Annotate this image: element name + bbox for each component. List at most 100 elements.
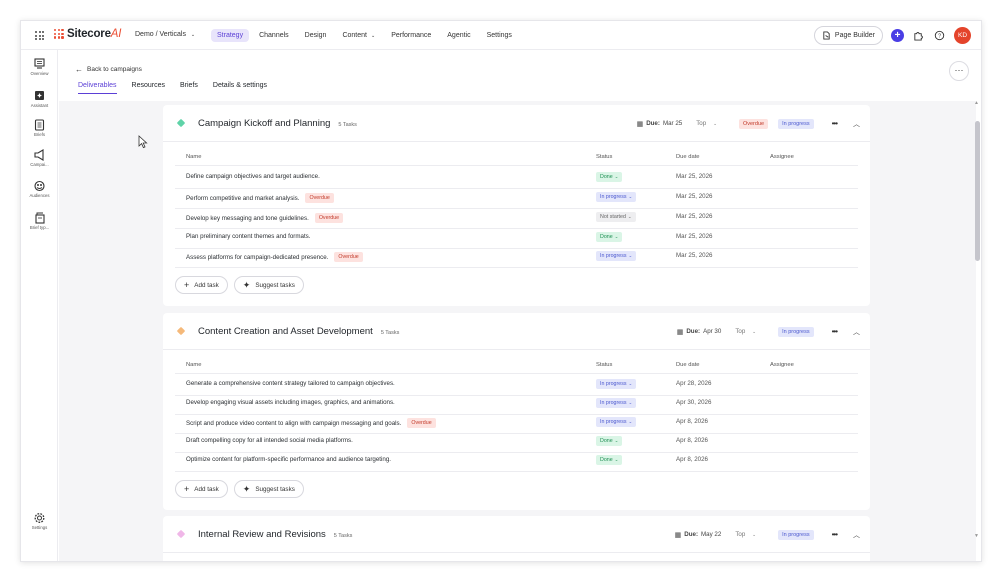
nav-channels[interactable]: Channels	[253, 29, 295, 42]
task-name-text: Assess platforms for campaign-dedicated …	[186, 253, 329, 261]
back-to-campaigns-link[interactable]: ← Back to campaigns	[75, 65, 142, 74]
status-badge: Not started ⌄	[596, 212, 636, 222]
chevron-up-icon[interactable]: ︿	[853, 327, 860, 337]
table-row[interactable]: Develop engaging visual assets including…	[175, 395, 858, 415]
status-badge[interactable]: In progress	[778, 118, 814, 129]
task-name: Define campaign objectives and target au…	[186, 173, 320, 180]
page-more-options-button[interactable]: ···	[949, 61, 969, 81]
task-name-text: Develop engaging visual assets including…	[186, 399, 395, 406]
due-date[interactable]: ▦ Due: Apr 30	[677, 328, 722, 336]
priority-select[interactable]: Top ⌄	[696, 120, 717, 127]
task-status[interactable]: Not started ⌄	[596, 212, 636, 222]
task-status[interactable]: In progress ⌄	[596, 251, 637, 261]
help-icon[interactable]: ?	[933, 29, 946, 42]
rail-label-brief-types: Brief typ...	[29, 225, 50, 230]
status-text: Done	[600, 457, 613, 463]
status-badge: Done ⌄	[596, 455, 623, 465]
scroll-down-arrow-icon[interactable]: ▼	[974, 533, 979, 539]
sitecore-logo[interactable]: SitecoreAI	[54, 28, 121, 40]
user-avatar[interactable]: KD	[954, 27, 971, 44]
page-builder-button[interactable]: Page Builder	[813, 26, 883, 45]
due-label: Due:	[686, 328, 701, 335]
app-switcher-icon[interactable]	[35, 31, 44, 40]
task-name-text: Perform competitive and market analysis.	[186, 194, 300, 202]
table-row[interactable]: Script and produce video content to alig…	[175, 414, 858, 434]
task-status[interactable]: Done ⌄	[596, 232, 623, 242]
chevron-down-icon: ⌄	[614, 457, 619, 462]
add-task-button[interactable]: + Add task	[175, 276, 228, 294]
card-header[interactable]: Campaign Kickoff and Planning 5 Tasks ▦ Du…	[163, 105, 870, 142]
tab-details-settings[interactable]: Details & settings	[213, 82, 267, 94]
nav-agentic[interactable]: Agentic	[441, 29, 476, 42]
card-more-icon[interactable]: •••	[832, 327, 838, 336]
calendar-icon: ▦	[676, 328, 684, 336]
task-status[interactable]: Done ⌄	[596, 455, 623, 465]
site-selector-label: Demo / Verticals	[135, 31, 186, 38]
task-status[interactable]: In progress ⌄	[596, 379, 637, 389]
tab-briefs[interactable]: Briefs	[180, 82, 198, 94]
task-name-text: Script and produce video content to alig…	[186, 419, 402, 427]
plus-icon: +	[184, 484, 190, 494]
priority-select[interactable]: Top ⌄	[735, 328, 756, 335]
chevron-down-icon: ⌄	[614, 174, 619, 179]
tab-deliverables[interactable]: Deliverables	[78, 82, 117, 94]
card-more-icon[interactable]: •••	[832, 119, 838, 128]
due-date[interactable]: ▦ Due: Mar 25	[637, 120, 683, 128]
status-badge[interactable]: In progress	[778, 529, 814, 540]
suggest-tasks-button[interactable]: ✦ Suggest tasks	[233, 276, 304, 294]
chevron-down-icon: ⌄	[628, 381, 633, 386]
status-badge: Done ⌄	[596, 172, 623, 182]
tab-resources[interactable]: Resources	[132, 82, 165, 94]
table-row[interactable]: Optimize content for platform-specific p…	[175, 452, 858, 472]
table-row[interactable]: Assess platforms for campaign-dedicated …	[175, 248, 858, 268]
priority-select[interactable]: Top ⌄	[735, 531, 756, 538]
nav-settings[interactable]: Settings	[481, 29, 518, 42]
card-header[interactable]: Internal Review and Revisions 5 Tasks ▦ Du…	[163, 516, 870, 553]
extensions-icon[interactable]	[912, 29, 925, 42]
rail-item-briefs[interactable]: Briefs	[21, 119, 58, 137]
rail-item-assistant[interactable]: Assistant	[21, 90, 58, 108]
more-horizontal-icon: ···	[954, 65, 964, 75]
create-plus-icon[interactable]: +	[891, 29, 904, 42]
rail-item-audiences[interactable]: Audiences	[21, 180, 58, 198]
nav-strategy[interactable]: Strategy	[211, 29, 250, 42]
card-header[interactable]: Content Creation and Asset Development 5 …	[163, 313, 870, 350]
due-date[interactable]: ▦ Due: May 22	[675, 531, 722, 539]
table-row[interactable]: Develop key messaging and tone guideline…	[175, 209, 858, 229]
table-header: Name Status Due date Assignee	[175, 150, 858, 166]
site-selector[interactable]: Demo / Verticals ⌄	[135, 31, 195, 38]
scrollbar-thumb[interactable]	[975, 121, 980, 261]
task-status[interactable]: In progress ⌄	[596, 398, 637, 408]
rail-item-campaigns[interactable]: Campai...	[21, 149, 58, 167]
card-title: Content Creation and Asset Development 5 …	[198, 326, 399, 337]
rail-item-overview[interactable]: Overview	[21, 58, 58, 76]
nav-design[interactable]: Design	[299, 29, 333, 42]
chevron-down-icon: ⌄	[628, 194, 633, 199]
nav-content[interactable]: Content ⌄	[336, 29, 381, 42]
scroll-up-arrow-icon[interactable]: ▲	[974, 100, 979, 106]
rail-item-settings[interactable]: Settings	[21, 512, 58, 530]
status-text: In progress	[600, 253, 627, 259]
task-status[interactable]: Done ⌄	[596, 172, 623, 182]
status-badge: In progress ⌄	[596, 417, 637, 427]
chevron-up-icon[interactable]: ︿	[853, 119, 860, 129]
table-row[interactable]: Generate a comprehensive content strateg…	[175, 376, 858, 396]
table-row[interactable]: Draft compelling copy for all intended s…	[175, 433, 858, 453]
card-title-text: Campaign Kickoff and Planning	[198, 118, 331, 129]
card-more-icon[interactable]: •••	[832, 530, 838, 539]
suggest-tasks-button[interactable]: ✦ Suggest tasks	[233, 480, 304, 498]
chevron-up-icon[interactable]: ︿	[853, 530, 860, 540]
task-due-date: Apr 28, 2026	[676, 380, 712, 387]
add-task-button[interactable]: + Add task	[175, 480, 228, 498]
task-status[interactable]: In progress ⌄	[596, 192, 637, 202]
rail-item-brief-types[interactable]: Brief typ...	[21, 212, 58, 230]
table-row[interactable]: Plan preliminary content themes and form…	[175, 229, 858, 249]
app-window: SitecoreAI Demo / Verticals ⌄ Strategy C…	[20, 20, 982, 562]
table-row[interactable]: Define campaign objectives and target au…	[175, 169, 858, 189]
task-status[interactable]: In progress ⌄	[596, 417, 637, 427]
table-row[interactable]: Perform competitive and market analysis.…	[175, 189, 858, 209]
status-badge[interactable]: In progress	[778, 326, 814, 337]
nav-performance[interactable]: Performance	[385, 29, 437, 42]
deliverable-card: Internal Review and Revisions 5 Tasks ▦ Du…	[163, 516, 870, 561]
task-status[interactable]: Done ⌄	[596, 436, 623, 446]
